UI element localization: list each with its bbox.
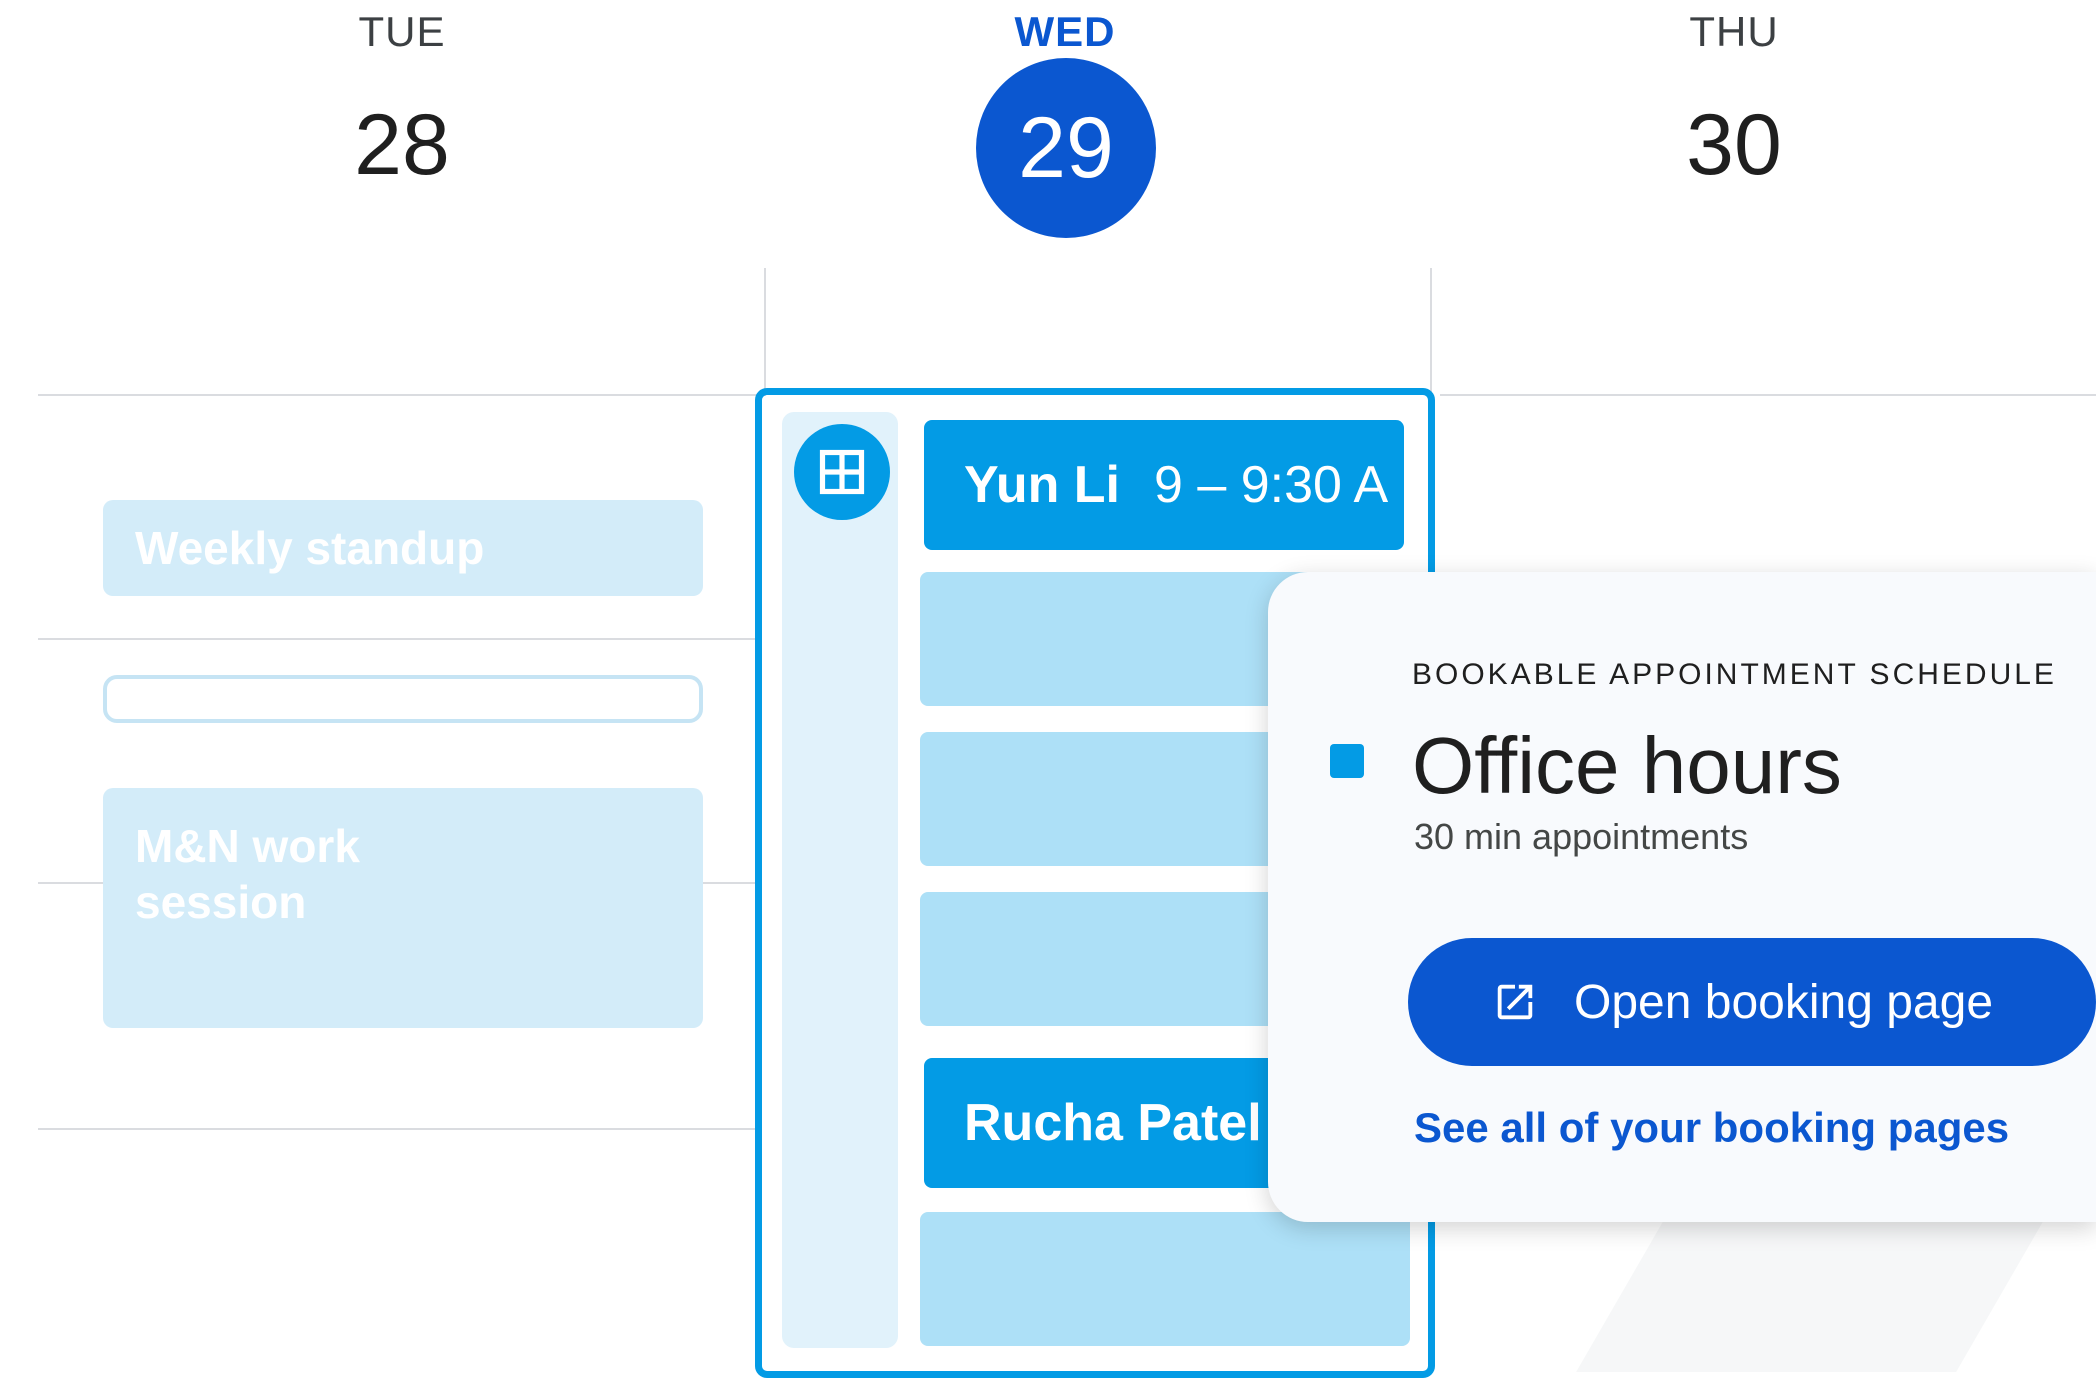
hour-line	[38, 394, 758, 396]
day-name-wed: WED	[1014, 8, 1116, 55]
booked-slot-name: Rucha Patel	[964, 1094, 1262, 1152]
day-number-tue[interactable]: 28	[252, 96, 552, 195]
day-number-wed-today[interactable]: 29	[976, 58, 1156, 238]
grid-icon[interactable]	[794, 424, 890, 520]
booked-slot-name: Yun Li	[964, 456, 1120, 514]
event-weekly-standup[interactable]: Weekly standup	[103, 500, 703, 596]
background-decoration	[1576, 1220, 2044, 1372]
booked-slot-yun-li[interactable]: Yun Li 9 – 9:30 A	[924, 420, 1404, 550]
available-slot[interactable]	[920, 1212, 1410, 1346]
hour-line	[38, 1128, 758, 1130]
schedule-rail	[782, 412, 898, 1348]
hour-line	[1440, 394, 2096, 396]
day-divider	[764, 268, 766, 396]
day-name-thu: THU	[1689, 8, 1779, 55]
day-name-tue: TUE	[358, 8, 446, 55]
popup-subtitle: 30 min appointments	[1414, 816, 1749, 857]
popup-kicker: BOOKABLE APPOINTMENT SCHEDULE	[1412, 658, 2057, 691]
hour-line	[38, 638, 758, 640]
open-in-new-icon	[1497, 984, 1533, 1020]
day-number-thu[interactable]: 30	[1584, 96, 1884, 195]
booked-slot-time: 9 – 9:30 A	[1154, 456, 1389, 514]
event-empty[interactable]	[103, 675, 703, 723]
see-all-booking-pages-link[interactable]: See all of your booking pages	[1414, 1104, 2009, 1152]
schedule-color-swatch	[1330, 744, 1364, 778]
open-booking-page-label: Open booking page	[1574, 975, 1994, 1029]
schedule-popup-card: BOOKABLE APPOINTMENT SCHEDULE Office hou…	[1268, 572, 2096, 1222]
event-mn-work-session[interactable]: M&N work session	[103, 788, 703, 1028]
open-booking-page-button[interactable]: Open booking page	[1408, 938, 2096, 1066]
popup-title: Office hours	[1412, 721, 1842, 810]
